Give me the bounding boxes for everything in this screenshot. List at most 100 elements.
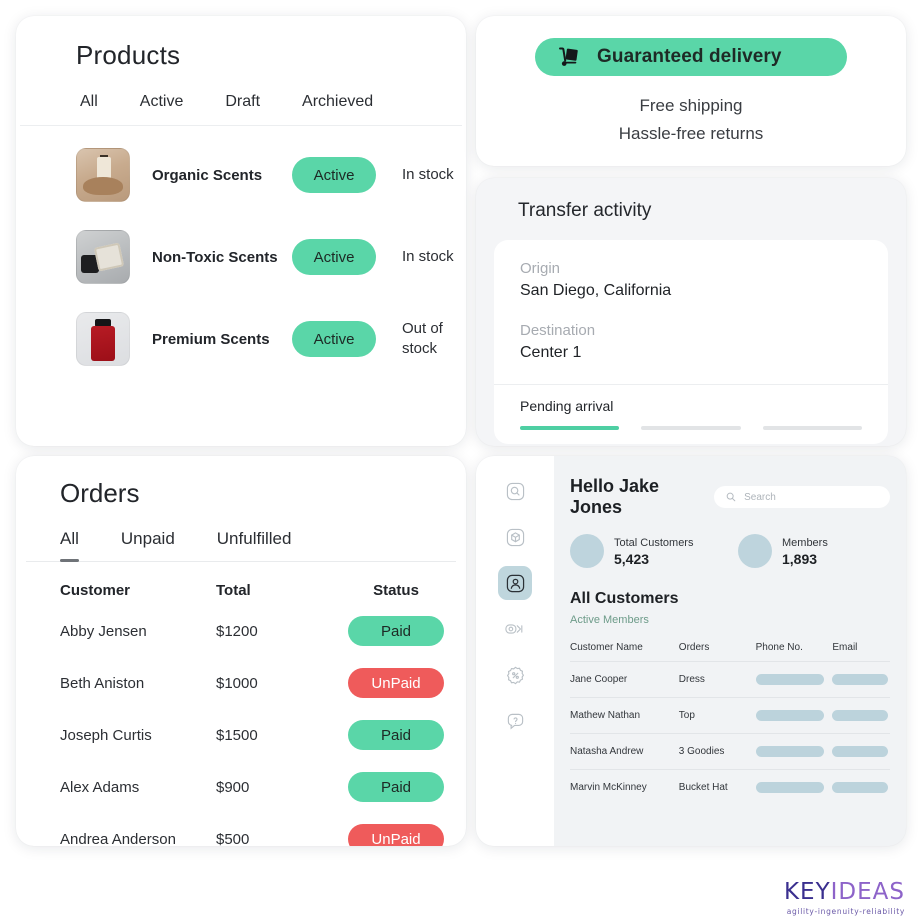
delivery-benefit-line: Hassle-free returns [618,124,764,144]
product-status-badge[interactable]: Active [292,239,376,275]
column-header-email: Email [832,636,890,662]
search-icon [726,492,736,502]
order-status-cell: Paid [326,605,466,657]
product-thumbnail-premium-scents [76,312,130,366]
redacted-phone-bar [755,674,824,685]
table-row[interactable]: Jane Cooper Dress [570,661,890,698]
product-status-badge[interactable]: Active [292,157,376,193]
redacted-email-bar [832,746,889,757]
order-total: $1000 [216,674,258,692]
tab-draft[interactable]: Draft [225,93,260,113]
table-row[interactable]: Natasha Andrew 3 Goodies [570,733,890,770]
table-row[interactable]: Abby Jensen $1200 Paid [16,605,466,657]
orders-card: Orders All Unpaid Unfulfilled Customer T… [16,456,466,846]
help-question-icon [506,712,525,731]
column-header-phone: Phone No. [755,636,833,662]
redacted-phone-bar [755,710,824,721]
table-row[interactable]: Alex Adams $900 Paid [16,761,466,813]
product-row[interactable]: Organic Scents Active In stock [16,134,466,216]
customers-sidebar [476,456,554,846]
order-status-badge[interactable]: Paid [348,720,444,750]
dashboard-grid: Products All Active Draft Archieved Orga… [16,16,906,846]
table-row[interactable]: Joseph Curtis $1500 Paid [16,709,466,761]
order-status-cell: UnPaid [326,813,466,846]
sidebar-item-help[interactable] [498,704,532,738]
customers-main: Hello Jake Jones Search Total Customers … [554,456,906,846]
sidebar-item-packages[interactable] [498,520,532,554]
order-customer: Joseph Curtis [60,726,152,744]
sidebar-item-search[interactable] [498,474,532,508]
customer-name: Mathew Nathan [570,697,679,734]
product-status-badge[interactable]: Active [292,321,376,357]
sidebar-item-payments[interactable] [498,612,532,646]
orders-tab-unfulfilled[interactable]: Unfulfilled [217,529,292,561]
column-header-customer: Customer [60,582,131,599]
table-row[interactable]: Beth Aniston $1000 UnPaid [16,657,466,709]
stat-label: Total Customers [614,536,694,549]
active-members-link[interactable]: Active Members [570,614,890,626]
order-status-badge[interactable]: Paid [348,772,444,802]
customer-phone-cell [755,733,833,770]
order-customer: Andrea Anderson [60,830,176,847]
search-icon [506,482,525,501]
orders-title: Orders [60,478,140,508]
order-status-cell: UnPaid [326,657,466,709]
customer-phone-cell [755,661,833,698]
product-name: Premium Scents [152,330,270,348]
product-thumbnail-non-toxic-scents [76,230,130,284]
product-stock-text: In stock [402,247,454,265]
column-header-customer-name: Customer Name [570,636,679,662]
order-total: $900 [216,778,250,796]
search-input[interactable]: Search [714,486,890,508]
order-customer: Abby Jensen [60,622,147,640]
greeting-text: Hello Jake Jones [570,476,660,517]
orders-tab-unpaid[interactable]: Unpaid [121,529,175,561]
order-status-badge[interactable]: UnPaid [348,668,444,698]
order-status-badge[interactable]: Paid [348,616,444,646]
payment-card-icon [505,621,525,637]
customer-name: Natasha Andrew [570,733,679,770]
product-thumbnail-organic-scents [76,148,130,202]
redacted-email-bar [832,674,889,685]
customer-email-cell [832,661,890,698]
customer-email-cell [832,733,890,770]
table-row[interactable]: Andrea Anderson $500 UnPaid [16,813,466,846]
table-row[interactable]: Marvin McKinney Bucket Hat [570,770,890,806]
product-row[interactable]: Non-Toxic Scents Active In stock [16,216,466,298]
tab-archieved[interactable]: Archieved [302,93,373,113]
customer-email-cell [832,770,890,806]
stat-value: 1,893 [782,551,818,568]
tab-active[interactable]: Active [140,93,184,113]
keyideas-logo: KEYIDEAS agility-ingenuity-reliability [784,878,905,916]
sidebar-item-customers[interactable] [498,566,532,600]
origin-label: Origin [520,260,561,277]
table-row[interactable]: Mathew Nathan Top [570,697,890,734]
sidebar-item-discounts[interactable] [498,658,532,692]
transfer-status-text: Pending arrival [520,398,614,414]
transfer-progress-bar [520,426,862,444]
delivery-benefits: Free shipping Hassle-free returns [619,92,764,148]
products-tabs: All Active Draft Archieved [20,71,462,126]
origin-value: San Diego, California [520,282,672,299]
stat-label: Members [782,536,828,549]
product-row[interactable]: Premium Scents Active Out of stock [16,298,466,380]
order-total: $1200 [216,622,258,640]
transfer-status-block: Pending arrival [520,385,862,444]
product-name: Organic Scents [152,166,263,184]
order-status-badge[interactable]: UnPaid [348,824,444,846]
order-total: $1500 [216,726,258,744]
products-card: Products All Active Draft Archieved Orga… [16,16,466,446]
guaranteed-delivery-banner[interactable]: Guaranteed delivery [535,38,847,76]
stat-text-block: Members 1,893 [782,535,828,568]
customer-stats: Total Customers 5,423 Members 1,893 [570,534,890,568]
product-stock-text: In stock [402,165,454,183]
tab-all[interactable]: All [80,93,98,113]
destination-label: Destination [520,322,596,339]
stat-total-customers: Total Customers 5,423 [570,534,722,568]
transfer-activity-card: Transfer activity Origin San Diego, Cali… [476,178,906,446]
orders-tab-all[interactable]: All [60,529,79,562]
order-customer: Beth Aniston [60,674,145,692]
logo-part-ideas: IDEAS [830,878,905,905]
guaranteed-delivery-label: Guaranteed delivery [597,46,782,67]
package-box-icon [506,528,525,547]
